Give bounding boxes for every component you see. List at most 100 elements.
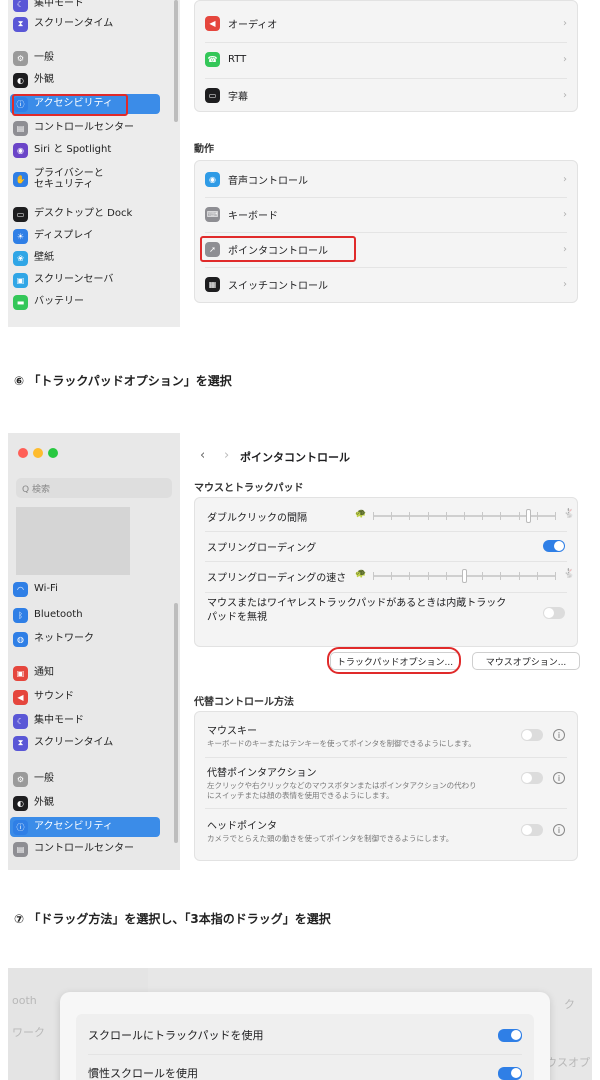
- background-mouse-options: ウスオプ: [546, 1056, 590, 1069]
- spring-loading-row: スプリングローディング: [195, 535, 577, 557]
- inertia-scroll-row: 慣性スクロールを使用: [88, 1062, 522, 1080]
- info-icon[interactable]: i: [553, 824, 565, 836]
- section-title-motor: 動作: [194, 144, 214, 155]
- close-window-button[interactable]: [18, 448, 28, 458]
- apple-account-card[interactable]: [16, 507, 130, 575]
- sidebar-item[interactable]: ⧗ スクリーンタイム: [10, 14, 160, 34]
- slider-tick: [536, 512, 538, 520]
- sidebar-item-icon: ◠: [13, 581, 28, 597]
- sidebar-item[interactable]: ✋ プライバシーと セキュリティ: [10, 162, 160, 196]
- sidebar-item[interactable]: ☀ ディスプレイ: [10, 226, 160, 246]
- forward-button[interactable]: ›: [224, 448, 229, 463]
- sidebar-item-icon: ▤: [13, 841, 28, 857]
- divider: [205, 232, 567, 233]
- sidebar-item-label: 通知: [34, 667, 54, 679]
- sidebar-item-icon: ◐: [13, 72, 28, 88]
- sidebar-item-label: スクリーンタイム: [34, 18, 114, 30]
- scroll-with-trackpad-toggle[interactable]: [498, 1028, 522, 1042]
- info-icon[interactable]: i: [553, 729, 565, 741]
- slider-tick: [427, 512, 429, 520]
- mouse-keys-label: マウスキー: [207, 725, 257, 737]
- spring-loading-toggle[interactable]: [543, 540, 565, 552]
- sidebar-item-icon: ▬: [13, 294, 28, 310]
- sidebar-item[interactable]: ▤ コントロールセンター: [10, 118, 160, 138]
- sidebar-item[interactable]: ☾ 集中モード: [10, 0, 160, 14]
- zoom-window-button[interactable]: [48, 448, 58, 458]
- double-click-slider[interactable]: 🐢 🐇: [355, 509, 575, 523]
- slider-tick: [427, 572, 429, 580]
- sidebar-item[interactable]: ⚙ 一般: [10, 48, 160, 68]
- settings-row[interactable]: ⌨ キーボード ›: [195, 200, 577, 228]
- slider-tick: [518, 512, 520, 520]
- sidebar-item[interactable]: ◉ Siri と Spotlight: [10, 140, 160, 160]
- sidebar-item-icon: ☾: [13, 713, 28, 729]
- scroll-with-trackpad-row: スクロールにトラックパッドを使用: [88, 1024, 522, 1046]
- content-pane: ◀ オーディオ › ☎ RTT › ▭ 字幕 › 動作 ◉ 音声コントロール › ⌨ キーボード › ➚ ポイ…: [180, 0, 592, 327]
- row-icon: ▭: [205, 87, 220, 103]
- sidebar-item-label: 集中モード: [34, 0, 84, 10]
- sidebar-item[interactable]: ◀ サウンド: [10, 687, 160, 707]
- sidebar-item[interactable]: ⚙ 一般: [10, 769, 160, 789]
- step-7-caption: ⑦ 「ドラッグ方法」を選択し、「3本指のドラッグ」を選択: [14, 912, 331, 926]
- sidebar-item[interactable]: ▣ 通知: [10, 663, 160, 683]
- inertia-scroll-toggle[interactable]: [498, 1066, 522, 1080]
- settings-row[interactable]: ☎ RTT ›: [195, 45, 577, 73]
- sidebar: Q 検索 ◠ Wi-Fi ᛒ Bluetooth ◍ ネットワーク ▣ 通知 ◀ サウンド ☾ 集中モ…: [8, 433, 180, 870]
- row-label: キーボード: [228, 210, 278, 222]
- back-button[interactable]: ‹: [200, 448, 205, 463]
- info-icon[interactable]: i: [553, 772, 565, 784]
- head-pointer-toggle[interactable]: [521, 824, 543, 836]
- chevron-right-icon: ›: [563, 17, 567, 29]
- slider-knob[interactable]: [462, 569, 467, 583]
- sidebar-item-icon: ⚙: [13, 771, 28, 787]
- divider: [205, 78, 567, 79]
- mouse-options-button[interactable]: マウスオプション...: [472, 652, 580, 670]
- sidebar-item[interactable]: ☾ 集中モード: [10, 711, 160, 731]
- settings-row[interactable]: ◀ オーディオ ›: [195, 9, 577, 37]
- sidebar-item[interactable]: ◍ ネットワーク: [10, 629, 160, 649]
- search-input[interactable]: Q 検索: [16, 478, 172, 498]
- sidebar-scrollbar[interactable]: [174, 603, 178, 843]
- sidebar-item[interactable]: ⓘ アクセシビリティ: [10, 817, 160, 837]
- ignore-builtin-trackpad-toggle[interactable]: [543, 607, 565, 619]
- slider-knob[interactable]: [525, 509, 531, 523]
- sidebar-item[interactable]: ▭ デスクトップと Dock: [10, 204, 160, 224]
- alternate-control-group: マウスキー キーボードのキーまたはテンキーを使ってポインタを制御できるようにしま…: [194, 711, 578, 861]
- double-click-row: ダブルクリックの間隔 🐢 🐇: [195, 506, 577, 526]
- slider-tick: [464, 512, 465, 520]
- sidebar-item-icon: ◐: [13, 795, 28, 811]
- sidebar-item[interactable]: ❀ 壁紙: [10, 248, 160, 268]
- sidebar-item[interactable]: ▤ コントロールセンター: [10, 839, 160, 859]
- row-label: 字幕: [228, 91, 248, 103]
- sidebar-item-label: 壁紙: [34, 252, 54, 264]
- spring-speed-slider[interactable]: 🐢 🐇: [355, 569, 575, 583]
- sidebar-item-icon: ᛒ: [13, 607, 28, 623]
- sidebar-item[interactable]: ▣ スクリーンセーバ: [10, 270, 160, 290]
- sidebar: ☾ 集中モード ⧗ スクリーンタイム ⚙ 一般 ◐ 外観 ⓘ アクセシビリティ ▤ コントロールセンタ…: [8, 0, 180, 327]
- background-text: ク: [564, 998, 575, 1011]
- mouse-keys-row: マウスキー キーボードのキーまたはテンキーを使ってポインタを制御できるようにしま…: [195, 718, 577, 752]
- settings-row[interactable]: ▭ 字幕 ›: [195, 81, 577, 109]
- sidebar-item-label: デスクトップと Dock: [34, 208, 133, 220]
- chevron-right-icon: ›: [563, 208, 567, 220]
- sidebar-item-label: コントロールセンター: [34, 843, 134, 855]
- spring-speed-row: スプリングローディングの速さ 🐢 🐇: [195, 565, 577, 587]
- inertia-scroll-label: 慣性スクロールを使用: [88, 1067, 198, 1080]
- sidebar-item[interactable]: ◐ 外観: [10, 793, 160, 813]
- sidebar-scrollbar[interactable]: [174, 0, 178, 122]
- settings-row[interactable]: ▦ スイッチコントロール ›: [195, 270, 577, 298]
- trackpad-options-sheet-screenshot: ooth ワーク ク ウスオプ スクロールにトラックパッドを使用 慣性スクロール…: [8, 968, 592, 1080]
- sidebar-item-label: バッテリー: [34, 296, 84, 308]
- sidebar-item[interactable]: ◐ 外観: [10, 70, 160, 90]
- head-pointer-label: ヘッドポインタ: [207, 820, 277, 832]
- alt-pointer-toggle[interactable]: [521, 772, 543, 784]
- slider-tick: [482, 572, 484, 580]
- slider-tick: [500, 572, 502, 580]
- sidebar-item[interactable]: ᛒ Bluetooth: [10, 605, 160, 625]
- mouse-keys-toggle[interactable]: [521, 729, 543, 741]
- minimize-window-button[interactable]: [33, 448, 43, 458]
- sidebar-item[interactable]: ◠ Wi-Fi: [10, 579, 160, 599]
- sidebar-item[interactable]: ▬ バッテリー: [10, 292, 160, 312]
- sidebar-item[interactable]: ⧗ スクリーンタイム: [10, 733, 160, 753]
- settings-row[interactable]: ◉ 音声コントロール ›: [195, 165, 577, 193]
